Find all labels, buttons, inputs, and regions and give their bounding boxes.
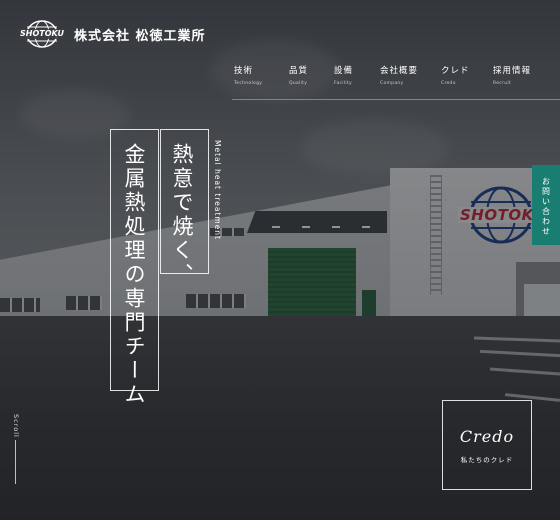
nav-divider [232,99,560,100]
nav-item-credo[interactable]: クレド Credo [441,64,493,86]
credo-title: Credo [459,426,515,446]
nav-item-quality[interactable]: 品質 Quality [289,64,334,86]
hero-copy-line-1: 熱意で焼く、 [170,143,194,287]
hero-copy-english: Metal heat treatment [213,140,222,241]
nav-label: 技術 [234,66,254,76]
scroll-label: Scroll [12,414,20,438]
logo-text: SHOTOKU [20,29,64,39]
nav-label: 採用情報 [493,66,532,76]
nav-sublabel: Facility [334,81,352,86]
nav-sublabel: Technology [234,81,263,86]
nav-sublabel: Company [380,81,404,86]
main-nav: 技術 Technology 品質 Quality 設備 Facility 会社概… [234,64,539,86]
nav-sublabel: Recruit [493,81,511,86]
site-logo[interactable]: SHOTOKU 株式会社 松徳工業所 [20,20,206,48]
nav-label: 設備 [334,66,354,76]
nav-item-company[interactable]: 会社概要 Company [380,64,441,86]
company-name: 株式会社 松徳工業所 [74,28,206,44]
credo-card[interactable]: Credo 私たちのクレド [442,400,532,490]
contact-label: お問い合わせ [541,177,551,237]
credo-subtitle: 私たちのクレド [460,455,514,464]
globe-logo-icon: SHOTOKU [20,20,64,48]
nav-label: 会社概要 [380,66,419,76]
hero-copy-line-2: 金属熱処理の専門チーム [122,143,146,407]
scroll-line [15,440,16,484]
nav-label: 品質 [289,66,309,76]
nav-label: クレド [441,66,470,76]
contact-button[interactable]: お問い合わせ [532,165,560,245]
nav-item-technology[interactable]: 技術 Technology [234,64,289,86]
nav-item-recruit[interactable]: 採用情報 Recruit [493,64,539,86]
nav-sublabel: Credo [441,81,456,86]
nav-item-facility[interactable]: 設備 Facility [334,64,380,86]
nav-sublabel: Quality [289,81,308,86]
